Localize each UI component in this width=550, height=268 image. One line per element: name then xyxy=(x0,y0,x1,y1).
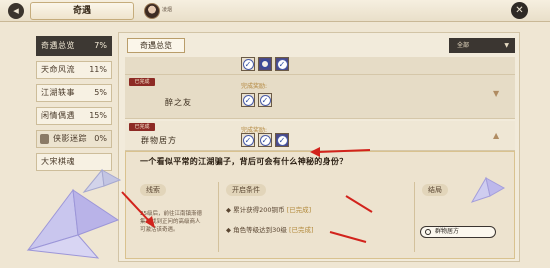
condition-text: 角色等级达到30级 xyxy=(233,226,287,234)
menu-item-percent: 7% xyxy=(94,41,107,50)
menu-item-label: 侠影迷踪 xyxy=(53,134,87,143)
player-name: 凌烟 xyxy=(162,7,173,13)
divider xyxy=(414,182,415,252)
reward-icons: ✓ ✓ xyxy=(241,93,272,107)
condition-status: [已完成] xyxy=(288,226,314,234)
check-icon: ✓ xyxy=(242,134,254,146)
collapse-icon[interactable]: ▲ xyxy=(493,131,499,140)
section-title: 奇遇总览 xyxy=(127,38,185,53)
quest-description: 一个看似平常的江湖骗子，背后可会有什么神秘的身份？ xyxy=(140,157,348,166)
status-badge: 已完成 xyxy=(129,78,155,86)
result-header: 结局 xyxy=(422,184,448,196)
check-icon: ✓ xyxy=(242,58,254,70)
main-panel: 奇遇总览 全部 ▼ ✓ ✓ 已完成 醉之友 完成奖励: ✓ ✓ ▼ 已完成 群物… xyxy=(118,32,520,262)
close-icon[interactable]: ✕ xyxy=(511,2,528,19)
condition-text: 累计获得200铜币 xyxy=(233,206,285,214)
clue-header: 线索 xyxy=(140,184,166,196)
panel-header: 奇遇总览 全部 ▼ xyxy=(127,38,515,54)
menu-item-percent: 0% xyxy=(94,134,107,143)
menu-item-percent: 11% xyxy=(89,65,107,74)
reward-item[interactable] xyxy=(258,57,272,71)
result-title: 结局 xyxy=(428,186,442,194)
avatar xyxy=(144,3,160,19)
clue-title: 线索 xyxy=(146,186,160,194)
reward-item[interactable]: ✓ xyxy=(258,93,272,107)
ring-icon xyxy=(260,59,270,69)
check-icon: ✓ xyxy=(242,94,254,106)
reward-icons: ✓ ✓ xyxy=(241,57,289,71)
reward-item[interactable]: ✓ xyxy=(275,57,289,71)
result-value: 群物居方 xyxy=(435,228,460,235)
result-link[interactable]: 群物居方 xyxy=(420,226,496,238)
reward-item[interactable]: ✓ xyxy=(241,93,255,107)
quest-row[interactable]: 已完成 醉之友 完成奖励: ✓ ✓ ▼ xyxy=(125,75,515,119)
reward-label: 完成奖励: xyxy=(241,83,268,90)
menu-item-percent: 15% xyxy=(89,111,107,120)
menu-item-shadow[interactable]: 侠影迷踪 0% xyxy=(36,130,112,148)
filter-value: 全部 xyxy=(457,42,470,49)
menu-item-overview[interactable]: 奇遇总览 7% xyxy=(36,36,112,56)
quest-detail: 一个看似平常的江湖骗子，背后可会有什么神秘的身份？ 线索 25级后，前往江南镇渐… xyxy=(125,151,515,259)
reward-item[interactable]: ✓ xyxy=(275,133,289,147)
condition-item: ◆ 累计获得200铜币 [已完成] xyxy=(226,206,312,214)
reward-item[interactable]: ✓ xyxy=(241,133,255,147)
menu-item-percent: 5% xyxy=(94,88,107,97)
condition-status: [已完成] xyxy=(286,206,312,214)
divider xyxy=(218,182,219,252)
condition-item: ◆ 角色等级达到30级 [已完成] xyxy=(226,226,314,234)
chevron-down-icon: ▼ xyxy=(504,42,509,49)
menu-item-label: 天命风流 xyxy=(41,65,75,74)
check-icon: ✓ xyxy=(259,94,271,106)
menu-item-label: 大宋棋魂 xyxy=(41,157,75,166)
reward-icons: ✓ ✓ ✓ xyxy=(241,133,289,147)
check-icon: ✓ xyxy=(259,134,271,146)
quest-name: 醉之友 xyxy=(165,98,192,107)
reward-item[interactable]: ✓ xyxy=(241,57,255,71)
check-icon: ✓ xyxy=(276,134,288,146)
check-icon: ✓ xyxy=(276,58,288,70)
expand-icon[interactable]: ▼ xyxy=(493,89,499,98)
filter-dropdown[interactable]: 全部 ▼ xyxy=(449,38,515,53)
conditions-title: 开启条件 xyxy=(232,186,260,194)
category-menu: 奇遇总览 7% 天命风流 11% 江湖轶事 5% 闲情偶遇 15% 侠影迷踪 0… xyxy=(36,36,112,176)
lock-icon xyxy=(40,134,49,144)
paper-crane-icon xyxy=(82,168,122,193)
reward-item[interactable]: ✓ xyxy=(258,133,272,147)
conditions-header: 开启条件 xyxy=(226,184,266,196)
back-icon[interactable]: ◂ xyxy=(8,3,24,19)
paper-crane-icon xyxy=(470,176,506,203)
quest-row[interactable]: ✓ ✓ xyxy=(125,57,515,75)
top-bar: ◂ 奇遇 凌烟 ✕ xyxy=(0,0,550,22)
clue-text: 25级后，前往江南镇渐德集市找到正问的高级商人可激活该奇遇。 xyxy=(140,211,202,233)
player-chip[interactable]: 凌烟 xyxy=(144,3,184,19)
menu-item-destiny[interactable]: 天命风流 11% xyxy=(36,61,112,79)
menu-item-label: 奇遇总览 xyxy=(41,41,75,50)
menu-item-leisure[interactable]: 闲情偶遇 15% xyxy=(36,107,112,125)
menu-item-anecdotes[interactable]: 江湖轶事 5% xyxy=(36,84,112,102)
search-icon xyxy=(425,229,431,235)
page-title: 奇遇 xyxy=(30,2,134,20)
quest-row-expanded[interactable]: 已完成 群物居方 完成奖励: ✓ ✓ ✓ ▲ xyxy=(125,121,515,151)
menu-item-label: 江湖轶事 xyxy=(41,88,75,97)
status-badge: 已完成 xyxy=(129,123,155,131)
menu-item-label: 闲情偶遇 xyxy=(41,111,75,120)
quest-name: 群物居方 xyxy=(141,136,177,145)
